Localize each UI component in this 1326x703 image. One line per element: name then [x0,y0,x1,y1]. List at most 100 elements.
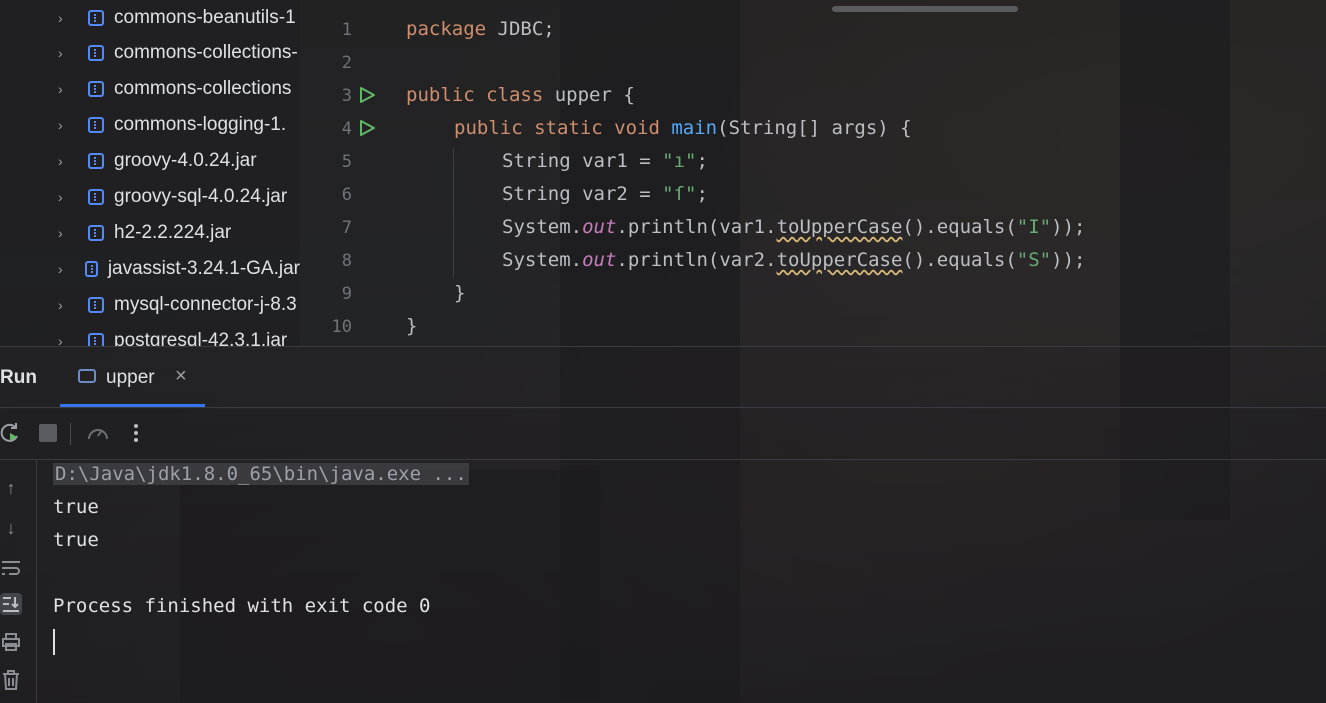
run-tool-window: Run upper × ↑ ↓ D:\Java\jdk1.8.0_65\bin\… [0,346,1326,703]
tree-item[interactable]: › mysql-connector-j-8.3 [0,287,300,323]
tree-item[interactable]: › javassist-3.24.1-GA.jar [0,251,300,287]
run-tool-window-title: Run [0,367,37,388]
more-icon[interactable] [124,421,148,445]
code-warning[interactable]: toUpperCase [777,216,903,238]
jar-icon [88,117,104,133]
console-line-command: D:\Java\jdk1.8.0_65\bin\java.exe ... [53,463,469,485]
console-tab-icon [78,369,96,383]
tree-item[interactable]: › groovy-4.0.24.jar [0,143,300,179]
jar-icon [88,333,104,346]
tree-item[interactable]: › commons-beanutils-1 [0,0,300,36]
code-method-name: main [671,117,718,139]
chevron-right-icon[interactable]: › [58,189,72,205]
clear-all-icon[interactable] [0,669,22,691]
line-number: 6 [341,185,352,205]
tree-item-label: h2-2.2.224.jar [114,222,232,243]
profiler-icon[interactable] [86,421,110,445]
run-toolbar [0,409,1326,460]
line-number: 9 [341,284,352,304]
line-number: 3 [341,86,352,106]
tab-label: upper [106,367,155,388]
chevron-right-icon[interactable]: › [58,297,72,313]
horizontal-scrollbar[interactable] [832,6,1018,12]
project-tree: › commons-beanutils-1 › commons-collecti… [0,0,300,346]
run-gutter-icon[interactable] [358,86,376,104]
code-text: System. [502,216,583,238]
jar-icon [88,10,104,26]
line-number: 1 [341,20,352,40]
line-number: 2 [341,53,352,73]
jar-icon [84,261,98,277]
tree-item[interactable]: › postgresql-42.3.1.jar [0,323,300,346]
scroll-to-end-icon[interactable] [0,593,22,615]
code-keyword: package [406,18,487,40]
chevron-right-icon[interactable]: › [58,333,72,346]
tree-item[interactable]: › commons-logging-1. [0,107,300,143]
code-static-field: out [582,216,617,238]
code-text: ().equals( [902,216,1017,238]
jar-icon [88,45,104,61]
jar-icon [88,81,104,97]
chevron-right-icon[interactable]: › [58,117,72,133]
console-line: true [53,529,99,551]
console-command-text[interactable]: D:\Java\jdk1.8.0_65\bin\java.exe ... [53,463,469,485]
tree-item-label: commons-logging-1. [114,114,287,135]
tree-item[interactable]: › h2-2.2.224.jar [0,215,300,251]
code-keyword: public static void [454,117,660,139]
console-line: true [53,496,99,518]
tree-item-label: commons-beanutils-1 [114,7,296,28]
chevron-right-icon[interactable]: › [58,153,72,169]
chevron-right-icon[interactable]: › [58,261,69,277]
code-keyword: class [486,84,544,106]
chevron-right-icon[interactable]: › [58,45,72,61]
code-text: JDBC; [486,18,555,40]
tree-item-label: javassist-3.24.1-GA.jar [107,258,300,279]
scroll-up-icon[interactable]: ↑ [0,477,22,499]
code-text: ; [696,183,708,205]
tree-item-label: groovy-4.0.24.jar [114,150,257,171]
code-text: upper { [543,84,635,106]
soft-wrap-icon[interactable] [0,557,22,579]
tree-item-label: mysql-connector-j-8.3 [114,294,297,315]
code-string: "I" [1016,216,1052,238]
code-line: String var1 = "ı"; [406,150,708,172]
code-editor[interactable]: 1 2 3 4 5 6 7 8 9 10 package JDBC; publi… [300,0,1326,346]
code-line: public class upper { [406,84,635,106]
stop-icon[interactable] [36,421,60,445]
rerun-icon[interactable] [0,421,22,445]
console-line: Process finished with exit code 0 [53,595,431,617]
code-text: ; [696,150,708,172]
code-line: } [454,282,466,304]
tree-item[interactable]: › commons-collections [0,71,300,107]
code-line: System.out.println(var1.toUpperCase().eq… [406,216,1085,238]
text-caret [53,629,55,655]
code-static-field: out [582,249,617,271]
tree-item[interactable]: › groovy-sql-4.0.24.jar [0,179,300,215]
code-line: package JDBC; [406,18,555,40]
chevron-right-icon[interactable]: › [58,225,72,241]
line-number: 5 [341,152,352,172]
code-text: .println(var1. [616,216,777,238]
tree-item-label: postgresql-42.3.1.jar [114,330,288,346]
tab-upper[interactable]: upper × [60,347,205,407]
code-string: "ſ" [662,183,697,205]
tree-item-label: commons-collections- [114,42,298,63]
code-string: "ı" [662,150,697,172]
chevron-right-icon[interactable]: › [58,10,72,26]
code-text: System. [502,249,583,271]
tree-item[interactable]: › commons-collections- [0,35,300,71]
close-icon[interactable]: × [175,365,187,388]
code-line: String var2 = "ſ"; [406,183,708,205]
code-warning[interactable]: toUpperCase [777,249,903,271]
print-icon[interactable] [0,631,22,653]
run-gutter-icon[interactable] [358,119,376,137]
code-line: System.out.println(var2.toUpperCase().eq… [406,249,1085,271]
code-text: ().equals( [902,249,1017,271]
code-text: )); [1051,216,1086,238]
code-text: )); [1051,249,1086,271]
scroll-down-icon[interactable]: ↓ [0,517,22,539]
code-keyword: public [406,84,475,106]
active-tab-indicator [60,404,205,407]
chevron-right-icon[interactable]: › [58,81,72,97]
tree-item-label: groovy-sql-4.0.24.jar [114,186,288,207]
